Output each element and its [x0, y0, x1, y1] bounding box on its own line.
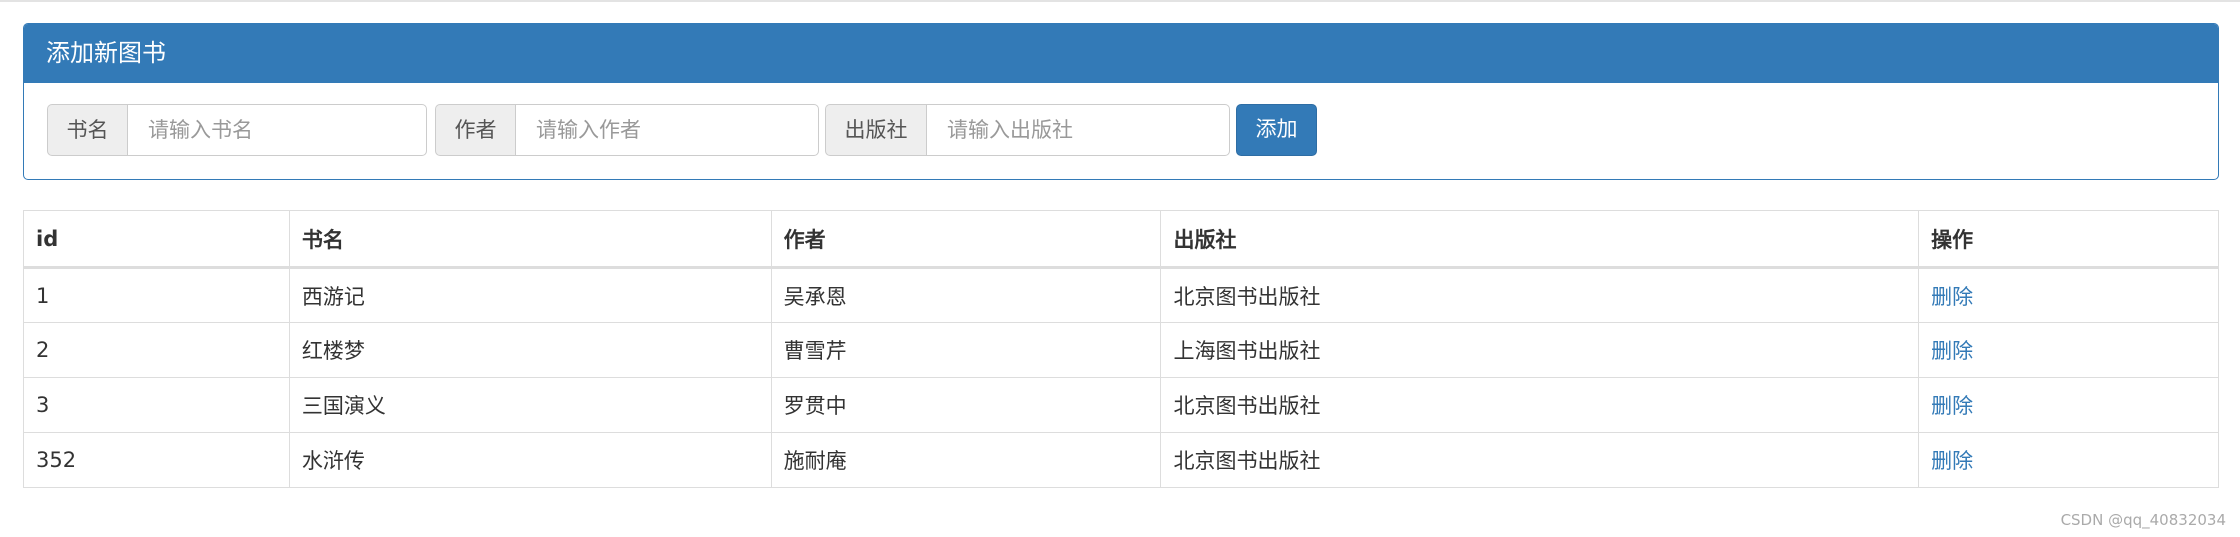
- cell-author: 施耐庵: [770, 432, 1162, 488]
- header-author: 作者: [770, 210, 1162, 269]
- cell-author: 罗贯中: [770, 377, 1162, 433]
- header-id: id: [23, 210, 290, 269]
- watermark: CSDN @qq_40832034: [2060, 511, 2226, 529]
- header-action: 操作: [1918, 210, 2219, 269]
- delete-link[interactable]: 删除: [1931, 394, 1973, 418]
- book-name-group: 书名: [47, 104, 427, 156]
- cell-action: 删除: [1918, 432, 2219, 488]
- cell-id: 3: [23, 377, 290, 433]
- panel-title: 添加新图书: [24, 24, 2218, 83]
- header-publisher: 出版社: [1160, 210, 1920, 269]
- table-row: 352 水浒传 施耐庵 北京图书出版社 删除: [23, 432, 2219, 488]
- author-label: 作者: [435, 104, 515, 156]
- cell-name: 西游记: [288, 267, 772, 323]
- cell-name: 红楼梦: [288, 322, 772, 378]
- books-table: id 书名 作者 出版社 操作 1 西游记 吴承恩 北京图书出版社 删除 2 红…: [23, 210, 2219, 488]
- cell-id: 2: [23, 322, 290, 378]
- cell-publisher: 上海图书出版社: [1160, 322, 1920, 378]
- delete-link[interactable]: 删除: [1931, 339, 1973, 363]
- cell-action: 删除: [1918, 267, 2219, 323]
- cell-publisher: 北京图书出版社: [1160, 432, 1920, 488]
- cell-publisher: 北京图书出版社: [1160, 267, 1920, 323]
- top-divider: [0, 0, 2240, 2]
- cell-id: 352: [23, 432, 290, 488]
- cell-author: 吴承恩: [770, 267, 1162, 323]
- book-name-label: 书名: [47, 104, 127, 156]
- book-name-input[interactable]: [127, 104, 427, 156]
- header-name: 书名: [288, 210, 772, 269]
- table-row: 3 三国演义 罗贯中 北京图书出版社 删除: [23, 377, 2219, 433]
- add-book-panel: 添加新图书: [23, 23, 2219, 180]
- publisher-group: 出版社: [825, 104, 1230, 156]
- cell-author: 曹雪芹: [770, 322, 1162, 378]
- delete-link[interactable]: 删除: [1931, 449, 1973, 473]
- cell-name: 三国演义: [288, 377, 772, 433]
- publisher-input[interactable]: [926, 104, 1230, 156]
- add-button[interactable]: 添加: [1236, 104, 1317, 156]
- publisher-label: 出版社: [825, 104, 926, 156]
- cell-name: 水浒传: [288, 432, 772, 488]
- cell-action: 删除: [1918, 377, 2219, 433]
- table-row: 2 红楼梦 曹雪芹 上海图书出版社 删除: [23, 322, 2219, 378]
- author-input[interactable]: [515, 104, 819, 156]
- table-row: 1 西游记 吴承恩 北京图书出版社 删除: [23, 267, 2219, 323]
- delete-link[interactable]: 删除: [1931, 285, 1973, 309]
- author-group: 作者: [435, 104, 819, 156]
- cell-id: 1: [23, 267, 290, 323]
- cell-action: 删除: [1918, 322, 2219, 378]
- cell-publisher: 北京图书出版社: [1160, 377, 1920, 433]
- table-header-row: id 书名 作者 出版社 操作: [23, 210, 2219, 269]
